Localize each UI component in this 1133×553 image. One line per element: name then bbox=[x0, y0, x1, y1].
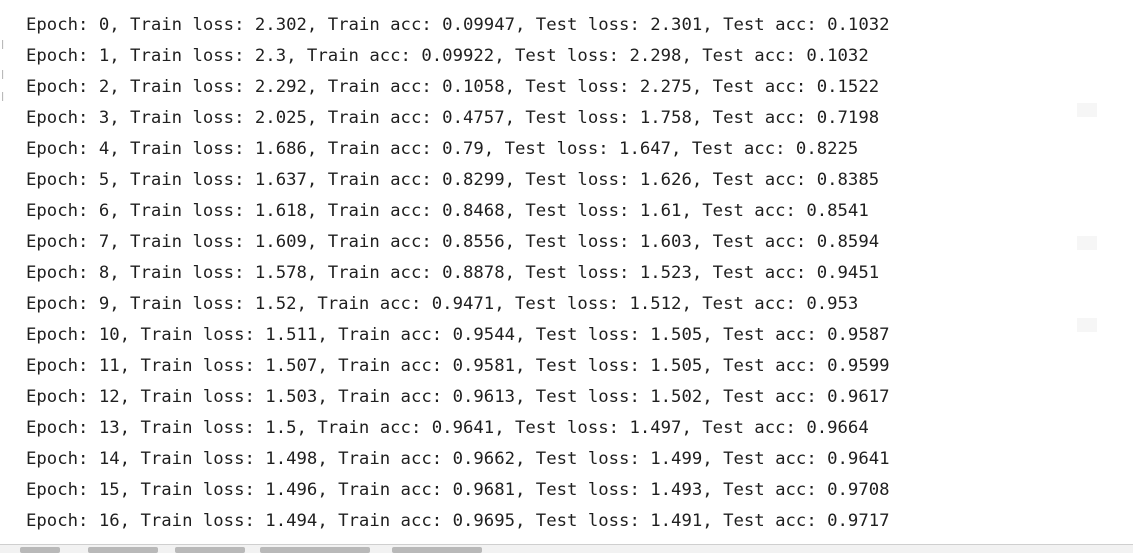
gutter-mark: | bbox=[0, 70, 6, 80]
console-line: Epoch: 2, Train loss: 2.292, Train acc: … bbox=[26, 77, 880, 97]
toolbar-item[interactable] bbox=[392, 547, 482, 553]
scroll-ghost-marker bbox=[1077, 103, 1097, 117]
console-line: Epoch: 11, Train loss: 1.507, Train acc:… bbox=[26, 356, 890, 376]
toolbar-item[interactable] bbox=[88, 547, 158, 553]
console-line: Epoch: 7, Train loss: 1.609, Train acc: … bbox=[26, 232, 880, 252]
console-output[interactable]: Epoch: 0, Train loss: 2.302, Train acc: … bbox=[26, 10, 1106, 537]
console-line: Epoch: 1, Train loss: 2.3, Train acc: 0.… bbox=[26, 46, 869, 66]
console-line: Epoch: 0, Train loss: 2.302, Train acc: … bbox=[26, 15, 890, 35]
toolbar-item[interactable] bbox=[20, 547, 60, 553]
console-line: Epoch: 5, Train loss: 1.637, Train acc: … bbox=[26, 170, 880, 190]
console-scrollbar[interactable] bbox=[1119, 0, 1133, 545]
console-line: Epoch: 12, Train loss: 1.503, Train acc:… bbox=[26, 387, 890, 407]
bottom-toolbar bbox=[0, 544, 1133, 553]
console-line: Epoch: 14, Train loss: 1.498, Train acc:… bbox=[26, 449, 890, 469]
cut-off-output-line: ________ _________ bbox=[26, 0, 240, 4]
console-line: Epoch: 9, Train loss: 1.52, Train acc: 0… bbox=[26, 294, 859, 314]
scroll-ghost-marker bbox=[1077, 236, 1097, 250]
console-line: Epoch: 13, Train loss: 1.5, Train acc: 0… bbox=[26, 418, 869, 438]
console-line: Epoch: 15, Train loss: 1.496, Train acc:… bbox=[26, 480, 890, 500]
console-line: Epoch: 16, Train loss: 1.494, Train acc:… bbox=[26, 511, 890, 531]
console-line: Epoch: 4, Train loss: 1.686, Train acc: … bbox=[26, 139, 859, 159]
console-line: Epoch: 3, Train loss: 2.025, Train acc: … bbox=[26, 108, 880, 128]
console-line: Epoch: 8, Train loss: 1.578, Train acc: … bbox=[26, 263, 880, 283]
console-gutter: | | | bbox=[0, 0, 10, 545]
scroll-ghost-marker bbox=[1077, 318, 1097, 332]
toolbar-item[interactable] bbox=[175, 547, 245, 553]
toolbar-item[interactable] bbox=[260, 547, 370, 553]
gutter-mark: | bbox=[0, 40, 6, 50]
gutter-mark: | bbox=[0, 92, 6, 102]
console-line: Epoch: 10, Train loss: 1.511, Train acc:… bbox=[26, 325, 890, 345]
console-line: Epoch: 6, Train loss: 1.618, Train acc: … bbox=[26, 201, 869, 221]
